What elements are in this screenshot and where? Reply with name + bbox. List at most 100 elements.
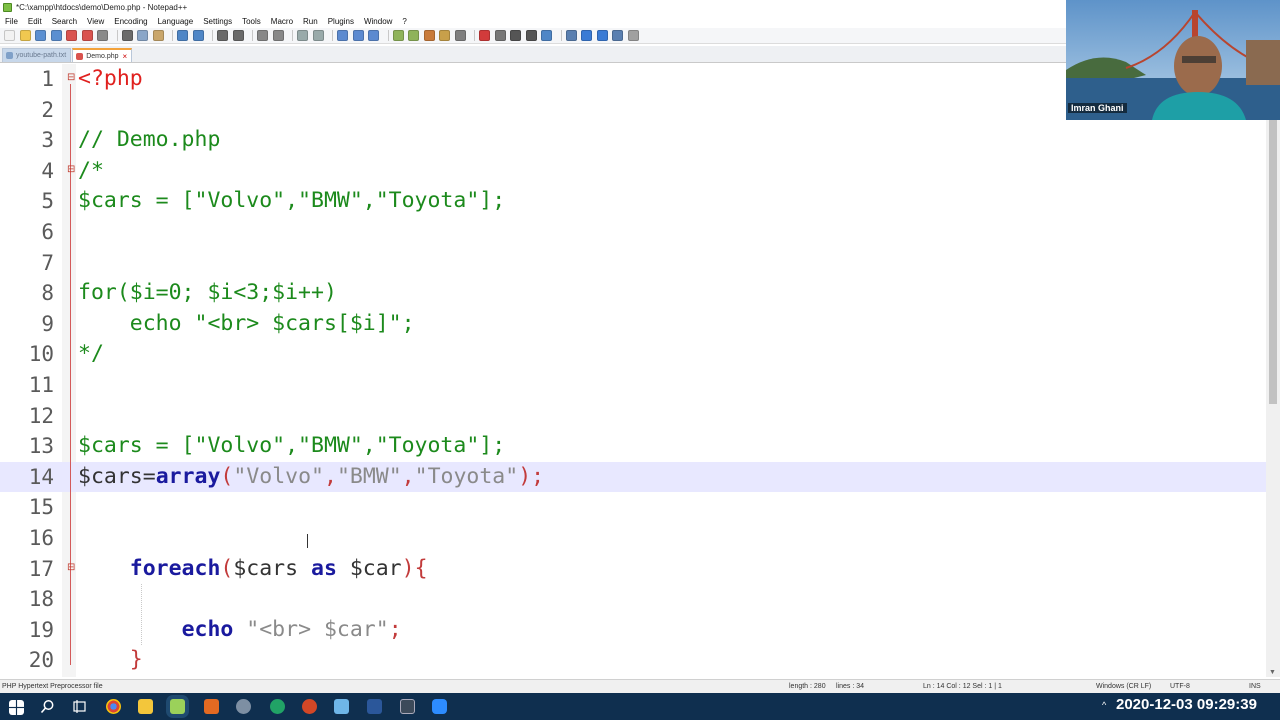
doc-map-icon[interactable] <box>408 30 419 41</box>
indent-guide-icon[interactable] <box>368 30 379 41</box>
code-line-7[interactable]: 7 <box>0 248 1266 279</box>
zoom-icon[interactable] <box>432 699 447 714</box>
notepad-plus-plus-task-icon[interactable] <box>170 699 185 714</box>
sync-horizontal-icon[interactable] <box>312 30 324 41</box>
menu-item-window[interactable]: Window <box>359 15 397 28</box>
abc-icon[interactable] <box>627 30 639 41</box>
code-line-14[interactable]: 14 $cars=array("Volvo","BMW","Toyota"); <box>0 461 1266 493</box>
line-number: 15 <box>28 495 54 520</box>
code-line-12[interactable]: 12 <box>0 401 1266 432</box>
stop-recording-icon[interactable] <box>494 30 506 41</box>
menu-item-search[interactable]: Search <box>47 15 82 28</box>
code-line-17[interactable]: 17 foreach($cars as $car){ <box>0 554 1266 585</box>
code-line-8[interactable]: 8 for($i=0; $i<3;$i++) <box>0 278 1266 309</box>
fold-toggle-icon[interactable]: ⊟ <box>67 562 75 573</box>
notes-app-icon[interactable] <box>334 699 349 714</box>
nav-up-icon[interactable] <box>581 30 592 41</box>
code-line-20[interactable]: 20 } <box>0 645 1266 676</box>
fullscreen-icon[interactable] <box>612 30 623 41</box>
menu-item-file[interactable]: File <box>0 15 23 28</box>
task-view-icon[interactable] <box>72 699 87 714</box>
code-line-3[interactable]: 3 // Demo.php <box>0 125 1266 156</box>
nav-down-icon[interactable] <box>596 30 608 41</box>
undo-icon[interactable] <box>177 30 188 41</box>
menu-item-tools[interactable]: Tools <box>237 15 266 28</box>
sync-vertical-icon[interactable] <box>297 30 308 41</box>
code-line-10[interactable]: 10 */ <box>0 339 1266 370</box>
code-line-19[interactable]: 19 echo "<br> $car"; <box>0 615 1266 646</box>
find-icon[interactable] <box>217 30 228 41</box>
tray-chevron-icon[interactable]: ^ <box>1102 700 1106 710</box>
code-line-5[interactable]: 5 $cars = ["Volvo","BMW","Toyota"]; <box>0 186 1266 217</box>
menu-item-run[interactable]: Run <box>298 15 323 28</box>
terminal-icon[interactable] <box>400 699 415 714</box>
xampp-icon[interactable] <box>204 699 219 714</box>
whatsapp-icon[interactable] <box>270 699 285 714</box>
paste-icon[interactable] <box>152 30 164 41</box>
menu-item-edit[interactable]: Edit <box>23 15 47 28</box>
close-icon[interactable] <box>66 30 77 41</box>
tab-demo-php[interactable]: Demo.php × <box>72 48 133 62</box>
code-token: } <box>129 647 143 673</box>
line-number: 3 <box>41 128 54 153</box>
settings-gear-icon[interactable] <box>236 699 251 714</box>
function-list-icon[interactable] <box>423 30 435 41</box>
record-macro-icon[interactable] <box>479 30 490 41</box>
fold-toggle-icon[interactable]: ⊟ <box>67 164 75 175</box>
menu-item-settings[interactable]: Settings <box>198 15 237 28</box>
monitoring-icon[interactable] <box>454 30 466 41</box>
code-line-11[interactable]: 11 <box>0 370 1266 401</box>
vertical-scrollbar[interactable]: ▲ ▼ <box>1266 64 1280 677</box>
powerpoint-icon[interactable] <box>302 699 317 714</box>
menu-item-encoding[interactable]: Encoding <box>109 15 152 28</box>
text-cursor-icon <box>307 534 312 548</box>
chrome-icon[interactable] <box>106 699 121 714</box>
word-wrap-icon[interactable] <box>337 30 348 41</box>
save-macro-icon[interactable] <box>541 30 552 41</box>
fold-toggle-icon[interactable]: ⊟ <box>67 72 75 83</box>
user-language-icon[interactable] <box>392 30 404 41</box>
show-all-characters-icon[interactable] <box>352 30 364 41</box>
windows-start-icon[interactable] <box>9 700 24 715</box>
tab-youtube-path-txt[interactable]: youtube-path.txt <box>2 48 72 62</box>
menu-item-language[interactable]: Language <box>153 15 199 28</box>
menu-item-view[interactable]: View <box>82 15 109 28</box>
save-icon[interactable] <box>35 30 46 41</box>
new-file-icon[interactable] <box>4 30 15 41</box>
save-all-icon[interactable] <box>50 30 62 41</box>
open-file-icon[interactable] <box>19 30 31 41</box>
code-line-6[interactable]: 6 <box>0 217 1266 248</box>
menu-item-macro[interactable]: Macro <box>266 15 298 28</box>
line-number: 19 <box>28 617 54 642</box>
code-line-4[interactable]: 4 /* <box>0 156 1266 187</box>
code-line-13[interactable]: 13 $cars = ["Volvo","BMW","Toyota"]; <box>0 431 1266 462</box>
line-number: 14 <box>28 464 54 489</box>
code-line-18[interactable]: 18 <box>0 584 1266 615</box>
zoom-in-icon[interactable] <box>257 30 268 41</box>
status-file-type: PHP Hypertext Preprocessor file <box>2 683 103 690</box>
replace-icon[interactable] <box>232 30 244 41</box>
word-icon[interactable] <box>367 699 382 714</box>
zoom-out-icon[interactable] <box>272 30 284 41</box>
code-line-16[interactable]: 16 <box>0 523 1266 554</box>
file-explorer-icon[interactable] <box>138 699 153 714</box>
run-macro-multiple-icon[interactable] <box>525 30 537 41</box>
code-editor[interactable]: 1 <?php 2 3 // Demo.php 4 /* 5 $cars = ["Volvo",… <box>0 64 1266 677</box>
spell-check-icon[interactable] <box>565 30 577 41</box>
cut-icon[interactable] <box>121 30 133 41</box>
menu-item-plugins[interactable]: Plugins <box>323 15 359 28</box>
status-mode: INS <box>1249 683 1261 690</box>
scroll-down-icon[interactable]: ▼ <box>1269 669 1276 676</box>
scrollbar-thumb[interactable] <box>1269 74 1277 404</box>
redo-icon[interactable] <box>192 30 204 41</box>
code-line-15[interactable]: 15 <box>0 492 1266 523</box>
copy-icon[interactable] <box>137 30 148 41</box>
print-icon[interactable] <box>97 30 108 41</box>
code-line-9[interactable]: 9 echo "<br> $cars[$i]"; <box>0 309 1266 340</box>
playback-macro-icon[interactable] <box>510 30 521 41</box>
search-icon[interactable] <box>40 699 55 714</box>
close-all-icon[interactable] <box>81 30 93 41</box>
folder-as-workspace-icon[interactable] <box>439 30 450 41</box>
tab-close-icon[interactable]: × <box>123 52 128 61</box>
menu-item-help[interactable]: ? <box>397 15 411 28</box>
